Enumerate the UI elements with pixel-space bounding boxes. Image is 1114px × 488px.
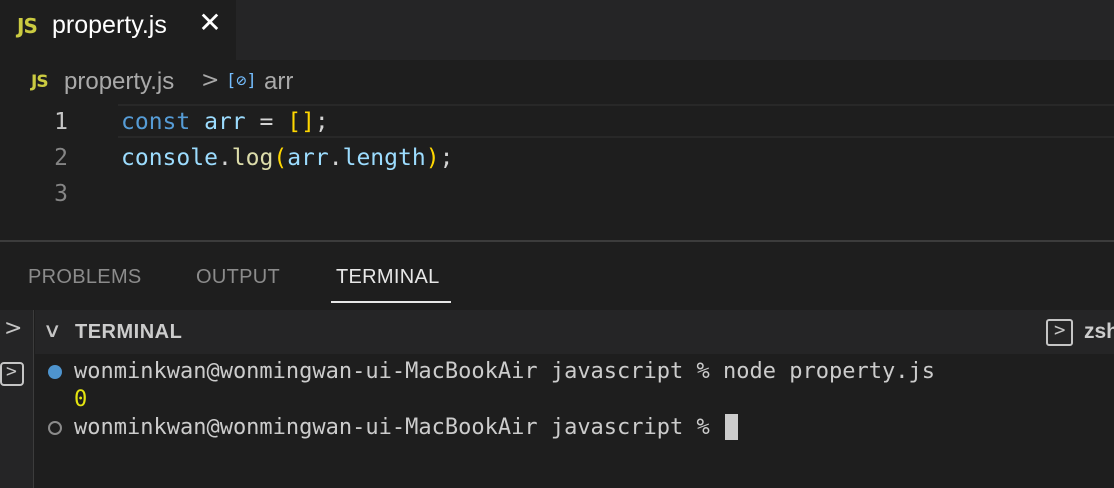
punctuation-token: . bbox=[328, 145, 343, 171]
tab-title: property.js bbox=[52, 11, 167, 39]
terminal-sidebar: > bbox=[0, 310, 34, 488]
command-success-icon[interactable] bbox=[48, 365, 62, 379]
operator-token: = bbox=[245, 109, 288, 135]
code-line[interactable]: 2 console.log(arr.length); bbox=[0, 140, 1114, 176]
tab-problems[interactable]: PROBLEMS bbox=[28, 266, 142, 289]
semicolon-token: ; bbox=[314, 109, 329, 135]
command-pending-icon[interactable] bbox=[48, 421, 62, 435]
active-tab-indicator bbox=[331, 301, 451, 303]
variable-token: arr bbox=[204, 109, 246, 135]
keyword-token: const bbox=[121, 109, 191, 135]
property-token: length bbox=[342, 145, 426, 171]
tab-property-js[interactable]: JS property.js ✕ bbox=[0, 0, 236, 60]
terminal-prompt: wonminkwan@wonmingwan-ui-MacBookAir java… bbox=[74, 415, 724, 440]
code-editor[interactable]: 1 const arr = []; 2 console.log(arr.leng… bbox=[0, 104, 1114, 240]
code-text[interactable]: console.log(arr.length); bbox=[121, 140, 453, 176]
javascript-file-icon: JS bbox=[17, 14, 38, 38]
terminal-cursor bbox=[725, 414, 739, 440]
terminal-shell-name[interactable]: zsh bbox=[1084, 320, 1114, 344]
terminal-icon[interactable] bbox=[0, 361, 24, 386]
function-token: log bbox=[231, 145, 274, 171]
line-number: 1 bbox=[54, 109, 68, 135]
breadcrumb-file[interactable]: property.js bbox=[64, 68, 174, 96]
line-number: 3 bbox=[54, 181, 68, 207]
code-text[interactable]: const arr = []; bbox=[121, 104, 329, 140]
terminal-output[interactable]: wonminkwan@wonmingwan-ui-MacBookAir java… bbox=[35, 354, 1114, 488]
tab-terminal[interactable]: TERMINAL bbox=[336, 266, 440, 289]
chevron-down-icon[interactable]: ∨ bbox=[43, 318, 62, 342]
semicolon-token: ; bbox=[439, 145, 454, 171]
breadcrumb-separator: > bbox=[201, 68, 220, 93]
tab-output[interactable]: OUTPUT bbox=[196, 266, 280, 289]
breadcrumb: JS property.js > [⊘] arr bbox=[0, 60, 1114, 104]
bracket-token: ) bbox=[425, 145, 440, 171]
terminal-icon[interactable] bbox=[1046, 319, 1073, 346]
breadcrumb-symbol[interactable]: arr bbox=[264, 68, 293, 96]
bracket-token: ] bbox=[301, 109, 315, 135]
variable-token: console bbox=[121, 145, 218, 171]
code-line[interactable]: 1 const arr = []; bbox=[0, 104, 1114, 140]
variable-token: arr bbox=[287, 145, 329, 171]
code-line[interactable]: 3 bbox=[0, 176, 1114, 212]
bracket-token: [ bbox=[287, 109, 302, 135]
chevron-right-icon[interactable]: > bbox=[4, 316, 22, 341]
editor-tab-bar: JS property.js ✕ bbox=[0, 0, 1114, 60]
terminal-header: ∨ TERMINAL zsh bbox=[35, 310, 1114, 354]
line-number: 2 bbox=[54, 145, 68, 171]
close-icon[interactable]: ✕ bbox=[197, 8, 223, 38]
terminal-section-title[interactable]: TERMINAL bbox=[75, 321, 182, 344]
javascript-file-icon: JS bbox=[31, 72, 49, 92]
punctuation-token: . bbox=[217, 145, 232, 171]
panel-tab-bar: PROBLEMS OUTPUT TERMINAL bbox=[0, 242, 1114, 310]
bracket-token: ( bbox=[273, 145, 288, 171]
terminal-line: wonminkwan@wonmingwan-ui-MacBookAir java… bbox=[74, 359, 935, 384]
terminal-output-line: 0 bbox=[74, 387, 88, 412]
variable-symbol-icon: [⊘] bbox=[226, 71, 257, 91]
terminal-prompt-line: wonminkwan@wonmingwan-ui-MacBookAir java… bbox=[74, 414, 739, 442]
